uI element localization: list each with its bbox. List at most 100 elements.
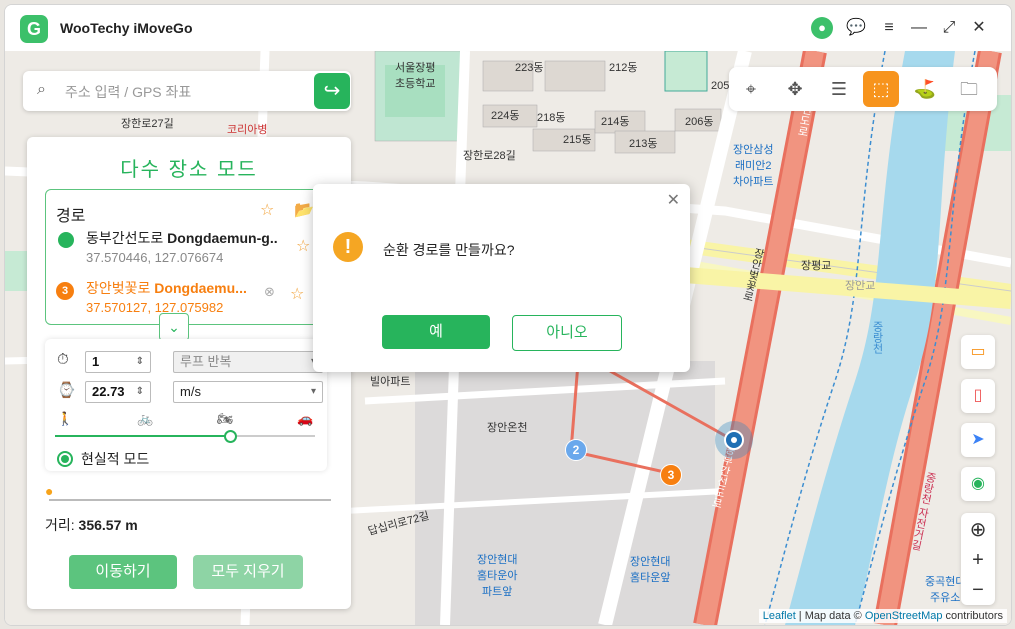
chevron-down-icon: ▾ <box>310 386 316 397</box>
zoom-in-icon[interactable]: + <box>961 545 995 575</box>
map-label-b213: 213동 <box>629 138 658 150</box>
route-header: 경로 <box>56 208 86 225</box>
search-icon: ⌕ <box>37 81 46 98</box>
realistic-mode-label: 현실적 모드 <box>81 451 150 467</box>
chevron-down-icon: ⌄ <box>168 319 180 335</box>
stepper-icon[interactable]: ⇕ <box>136 382 144 402</box>
titlebar: G WooTechy iMoveGo ● 💬 ≡ — ⤢ ✕ <box>5 5 1011 51</box>
favorite-route-icon[interactable]: ☆ <box>260 200 274 220</box>
chat-icon[interactable]: 💬 <box>845 17 867 39</box>
speed-unit-select[interactable]: m/s ▾ <box>173 381 323 403</box>
zoom-out-icon[interactable]: − <box>961 575 995 605</box>
phone-icon[interactable]: ▯ <box>961 379 995 413</box>
history-icon[interactable]: 🗀 <box>951 71 987 107</box>
map-label-bus1: 장안현대 홈타운아 파트앞 <box>477 554 518 598</box>
stepper-icon[interactable]: ⇕ <box>136 352 144 372</box>
speed-slider-fill <box>55 435 230 437</box>
map-label-hall: 장안온천 <box>487 422 528 434</box>
speed-slider-knob[interactable] <box>224 430 238 443</box>
app-logo: G <box>20 15 48 43</box>
progress-pin-icon: ● <box>45 483 54 499</box>
two-spot-icon[interactable]: ☰ <box>821 71 857 107</box>
app-title: WooTechy iMoveGo <box>60 20 193 36</box>
map-label-clinic: 코리아병 <box>227 124 268 136</box>
bike-icon[interactable]: 🚲 <box>137 411 153 427</box>
avatar-icon[interactable]: ● <box>811 17 833 39</box>
search-bar: ⌕ <box>23 71 351 111</box>
route-settings: ⏱ 1⇕ 루프 반복▾ ⌚ 22.73⇕ m/s▾ 🚶 🚲 🏍 🚗 현실적 모드 <box>45 339 327 471</box>
timer-icon: ⏱ <box>57 351 69 368</box>
route-item-coords: 37.570446, 127.076674 <box>86 250 224 265</box>
move-button[interactable]: 이동하기 <box>69 555 177 589</box>
send-icon[interactable]: ➤ <box>961 423 995 457</box>
map-label-river: 중랑천 <box>871 321 883 354</box>
joystick-icon[interactable]: ✥ <box>777 71 813 107</box>
attribution-sep: | Map data © <box>795 610 865 622</box>
search-input[interactable] <box>63 79 327 105</box>
mode-toolbar: ⌖ ✥ ☰ ⬚ ⛳ 🗀 <box>729 67 997 111</box>
locate-icon[interactable]: ⊕ <box>961 515 995 545</box>
map-label-bus2: 장안현대 홈타운앞 <box>630 556 671 584</box>
dialog-yes-button[interactable]: 예 <box>382 315 490 349</box>
map-label-street27: 장한로27길 <box>121 118 174 130</box>
maximize-icon[interactable]: ⤢ <box>938 17 960 39</box>
car-icon[interactable]: 🚗 <box>297 411 313 427</box>
clear-all-button[interactable]: 모두 지우기 <box>193 555 303 589</box>
map-label-b215: 215동 <box>563 134 592 146</box>
map-label-b206: 206동 <box>685 116 714 128</box>
map-label-villa: 빌아파트 <box>370 376 411 388</box>
repeat-mode-select[interactable]: 루프 반복▾ <box>173 351 323 373</box>
route-item-name: 장안벚꽃로 Dongdaemu... <box>86 280 247 296</box>
minimize-icon[interactable]: — <box>908 17 930 39</box>
dialog-close-icon[interactable]: ✕ <box>667 190 680 210</box>
osm-link[interactable]: OpenStreetMap <box>865 610 943 622</box>
toggle-icon[interactable]: ◉ <box>961 467 995 501</box>
map-label-b212: 212동 <box>609 62 638 74</box>
current-location-marker[interactable] <box>715 421 753 459</box>
speedometer-icon: ⌚ <box>57 382 76 399</box>
panel-title: 다수 장소 모드 <box>120 159 258 181</box>
favorite-point-icon[interactable]: ☆ <box>296 236 310 256</box>
map-label-bus3: 중곡현대 주유소 <box>925 576 966 604</box>
repeat-count-field[interactable]: 1 ⇕ <box>85 351 151 373</box>
expand-route-button[interactable]: ⌄ <box>159 313 189 341</box>
route-item-name: 동부간선도로 Dongdaemun-g.. <box>86 230 278 246</box>
map-attribution: Leaflet | Map data © OpenStreetMap contr… <box>758 609 1007 623</box>
map-label-street28: 장한로28길 <box>463 150 516 162</box>
map-label-bridge2: 장안교 <box>845 280 876 292</box>
favorite-point-icon[interactable]: ☆ <box>290 284 304 304</box>
multi-spot-panel: 다수 장소 모드 경로 ☆ 📂 동부간선도로 Dongdaemun-g.. 37… <box>27 137 351 609</box>
motorcycle-icon[interactable]: 🏍 <box>217 411 234 427</box>
go-arrow-icon: ↪ <box>323 80 341 102</box>
close-icon[interactable]: ✕ <box>968 17 990 39</box>
multi-spot-icon[interactable]: ⬚ <box>863 71 899 107</box>
warning-icon: ! <box>333 232 363 262</box>
zoom-controls: ⊕ + − <box>961 513 995 605</box>
route-item-coords: 37.570127, 127.075982 <box>86 300 224 315</box>
route-item-start[interactable]: 동부간선도로 Dongdaemun-g.. 37.570446, 127.076… <box>56 228 316 272</box>
speed-slider[interactable] <box>55 430 315 443</box>
map-label-b223: 223동 <box>515 62 544 74</box>
walk-icon[interactable]: 🚶 <box>57 411 73 427</box>
route-marker-2[interactable]: 2 <box>565 439 587 461</box>
jump-teleport-icon[interactable]: ⛳ <box>907 71 943 107</box>
map-label-b214: 214동 <box>601 116 630 128</box>
map-label-b224: 224동 <box>491 110 520 122</box>
speed-field[interactable]: 22.73 ⇕ <box>85 381 151 403</box>
route-list: 경로 ☆ 📂 동부간선도로 Dongdaemun-g.. 37.570446, … <box>45 189 329 325</box>
leaflet-link[interactable]: Leaflet <box>763 610 796 622</box>
route-marker-3[interactable]: 3 <box>660 464 682 486</box>
app-window: G WooTechy iMoveGo ● 💬 ≡ — ⤢ ✕ 서울장평 초등학교… <box>4 4 1012 626</box>
point-number-badge: 3 <box>56 282 74 300</box>
map-label-samsung: 장안삼성 래미안2 차아파트 <box>733 144 774 188</box>
map-label-school: 서울장평 초등학교 <box>395 62 436 90</box>
realistic-mode-radio[interactable] <box>57 451 73 467</box>
dialog-no-button[interactable]: 아니오 <box>512 315 622 351</box>
transfer-icon[interactable]: ▭ <box>961 335 995 369</box>
remove-point-icon[interactable]: ⊗ <box>264 284 275 300</box>
attribution-contrib: contributors <box>942 610 1003 622</box>
teleport-icon[interactable]: ⌖ <box>733 71 769 107</box>
import-route-icon[interactable]: 📂 <box>294 200 314 220</box>
menu-icon[interactable]: ≡ <box>878 17 900 39</box>
search-go-button[interactable]: ↪ <box>314 73 350 109</box>
